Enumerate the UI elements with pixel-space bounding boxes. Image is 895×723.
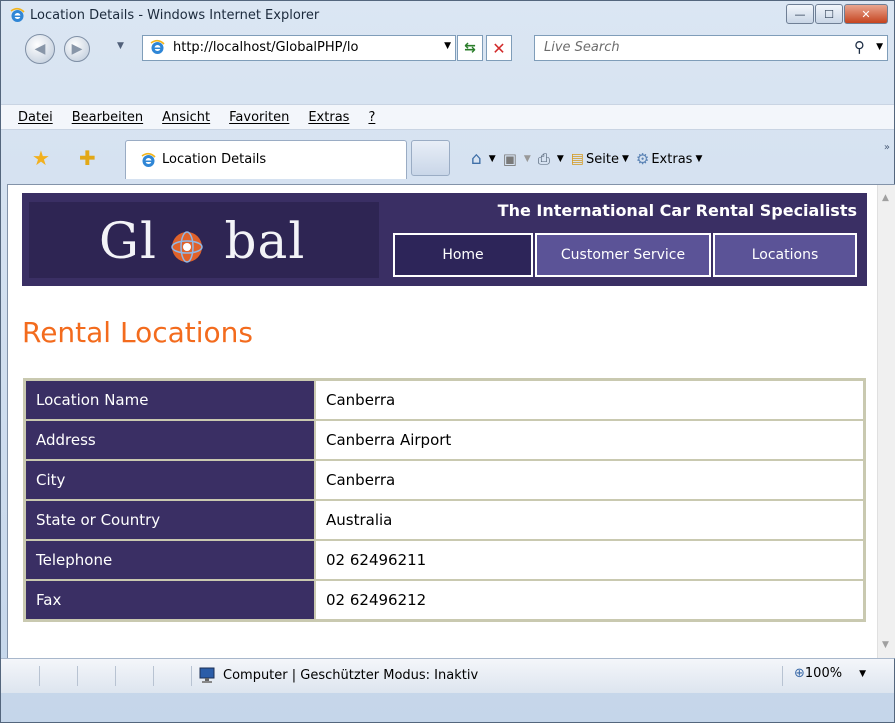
search-icon[interactable]: ⚲ [854, 38, 865, 56]
tab-label: Location Details [162, 152, 267, 167]
nav-locations[interactable]: Locations [713, 233, 857, 277]
vertical-scrollbar[interactable]: ▲ ▼ [877, 185, 895, 658]
row-label: Telephone [25, 540, 315, 580]
table-row: Fax 02 62496212 [25, 580, 864, 620]
back-button[interactable]: ◀ [25, 34, 55, 64]
close-button[interactable]: ✕ [844, 4, 888, 24]
row-label: Fax [25, 580, 315, 620]
table-row: State or Country Australia [25, 500, 864, 540]
site-header: Gl bal The International Car Rental Spec… [22, 193, 867, 286]
row-label: State or Country [25, 500, 315, 540]
page-menu-icon[interactable]: ▤ [571, 151, 584, 167]
home-icon[interactable]: ⌂ [471, 149, 482, 169]
status-text: Computer | Geschützter Modus: Inaktiv [223, 668, 479, 683]
feeds-icon[interactable]: ▣ [503, 150, 517, 168]
status-divider [77, 666, 78, 686]
table-row: Telephone 02 62496211 [25, 540, 864, 580]
title-bar: Location Details - Windows Internet Expl… [1, 1, 894, 31]
address-text[interactable]: http://localhost/GlobalPHP/lo [173, 40, 438, 55]
history-dropdown-icon[interactable]: ▼ [117, 41, 124, 51]
status-divider [39, 666, 40, 686]
menu-favoriten[interactable]: Favoriten [229, 110, 289, 125]
row-value: 02 62496212 [315, 580, 864, 620]
menu-extras[interactable]: Extras [308, 110, 349, 125]
row-value: Canberra [315, 460, 864, 500]
feeds-dropdown-icon[interactable]: ▼ [524, 154, 531, 164]
computer-icon [199, 667, 215, 683]
minimize-button[interactable]: — [786, 4, 814, 24]
refresh-button[interactable]: ⇆ [457, 35, 483, 61]
page-viewport: Gl bal The International Car Rental Spec… [7, 184, 895, 659]
menu-bar: Datei Bearbeiten Ansicht Favoriten Extra… [1, 104, 894, 130]
address-row: ◀ ▶ ▼ http://localhost/GlobalPHP/lo ▼ ⇆ … [1, 31, 894, 65]
row-value: Australia [315, 500, 864, 540]
command-bar: ⌂ ▼ ▣ ▼ ⎙ ▼ ▤ Seite ▼ ⚙ Extras ▼ [471, 149, 709, 169]
page-title: Rental Locations [22, 316, 253, 349]
window-title: Location Details - Windows Internet Expl… [30, 8, 320, 23]
search-dropdown-icon[interactable]: ▼ [876, 42, 883, 52]
scroll-up-icon[interactable]: ▲ [882, 193, 889, 203]
row-label: City [25, 460, 315, 500]
row-label: Address [25, 420, 315, 460]
tab-page-icon [140, 152, 157, 169]
browser-window: Location Details - Windows Internet Expl… [0, 0, 895, 723]
gear-icon[interactable]: ⚙ [636, 150, 649, 168]
menu-datei[interactable]: Datei [18, 110, 53, 125]
row-label: Location Name [25, 380, 315, 420]
row-value: Canberra Airport [315, 420, 864, 460]
new-tab-button[interactable] [411, 140, 450, 176]
table-row: Location Name Canberra [25, 380, 864, 420]
row-value: 02 62496211 [315, 540, 864, 580]
logo[interactable]: Gl bal [29, 202, 379, 278]
tools-dropdown-icon[interactable]: ▼ [695, 154, 702, 164]
search-input[interactable]: Live Search [544, 40, 620, 55]
forward-button[interactable]: ▶ [64, 36, 90, 62]
page-icon [149, 39, 166, 56]
address-bar[interactable]: http://localhost/GlobalPHP/lo ▼ [142, 35, 456, 61]
favorites-star-icon[interactable]: ★ [32, 146, 50, 170]
print-icon[interactable]: ⎙ [538, 150, 550, 168]
tab-location-details[interactable]: Location Details [125, 140, 407, 179]
status-divider [115, 666, 116, 686]
zoom-icon: ⊕ [794, 666, 805, 681]
page-dropdown-icon[interactable]: ▼ [622, 154, 629, 164]
zoom-value: 100% [804, 666, 843, 681]
globe-icon [171, 231, 203, 263]
menu-bearbeiten[interactable]: Bearbeiten [72, 110, 143, 125]
maximize-button[interactable]: ☐ [815, 4, 843, 24]
search-box[interactable]: Live Search ⚲ ▼ [534, 35, 888, 61]
site-nav: Home Customer Service Locations [393, 233, 859, 277]
menu-ansicht[interactable]: Ansicht [162, 110, 210, 125]
home-dropdown-icon[interactable]: ▼ [489, 154, 496, 164]
nav-customer-service[interactable]: Customer Service [535, 233, 711, 277]
stop-button[interactable]: ✕ [486, 35, 512, 61]
status-divider [191, 666, 192, 686]
site-tagline: The International Car Rental Specialists [497, 201, 857, 220]
add-favorite-icon[interactable]: ✚ [79, 146, 96, 170]
nav-home[interactable]: Home [393, 233, 533, 277]
scroll-down-icon[interactable]: ▼ [882, 640, 889, 650]
table-row: Address Canberra Airport [25, 420, 864, 460]
address-dropdown-icon[interactable]: ▼ [444, 41, 451, 51]
page-menu-button[interactable]: Seite [586, 152, 619, 167]
tab-row: ★ ✚ Location Details ⌂ ▼ ▣ ▼ ⎙ ▼ ▤ Seite ▼ ⚙ E… [1, 140, 894, 182]
location-table: Location Name Canberra Address Canberra Ai… [23, 378, 866, 622]
ie-logo-icon [9, 7, 26, 24]
tools-menu-button[interactable]: Extras [651, 152, 692, 167]
table-row: City Canberra [25, 460, 864, 500]
chevron-right-icon[interactable]: » [884, 142, 890, 153]
row-value: Canberra [315, 380, 864, 420]
menu-help[interactable]: ? [368, 110, 375, 125]
print-dropdown-icon[interactable]: ▼ [557, 154, 564, 164]
status-divider [153, 666, 154, 686]
status-bar: Computer | Geschützter Modus: Inaktiv ⊕1… [1, 658, 894, 693]
zoom-dropdown-icon[interactable]: ▼ [859, 669, 866, 679]
zoom-level[interactable]: ⊕100% [794, 666, 842, 681]
status-divider [782, 666, 783, 686]
